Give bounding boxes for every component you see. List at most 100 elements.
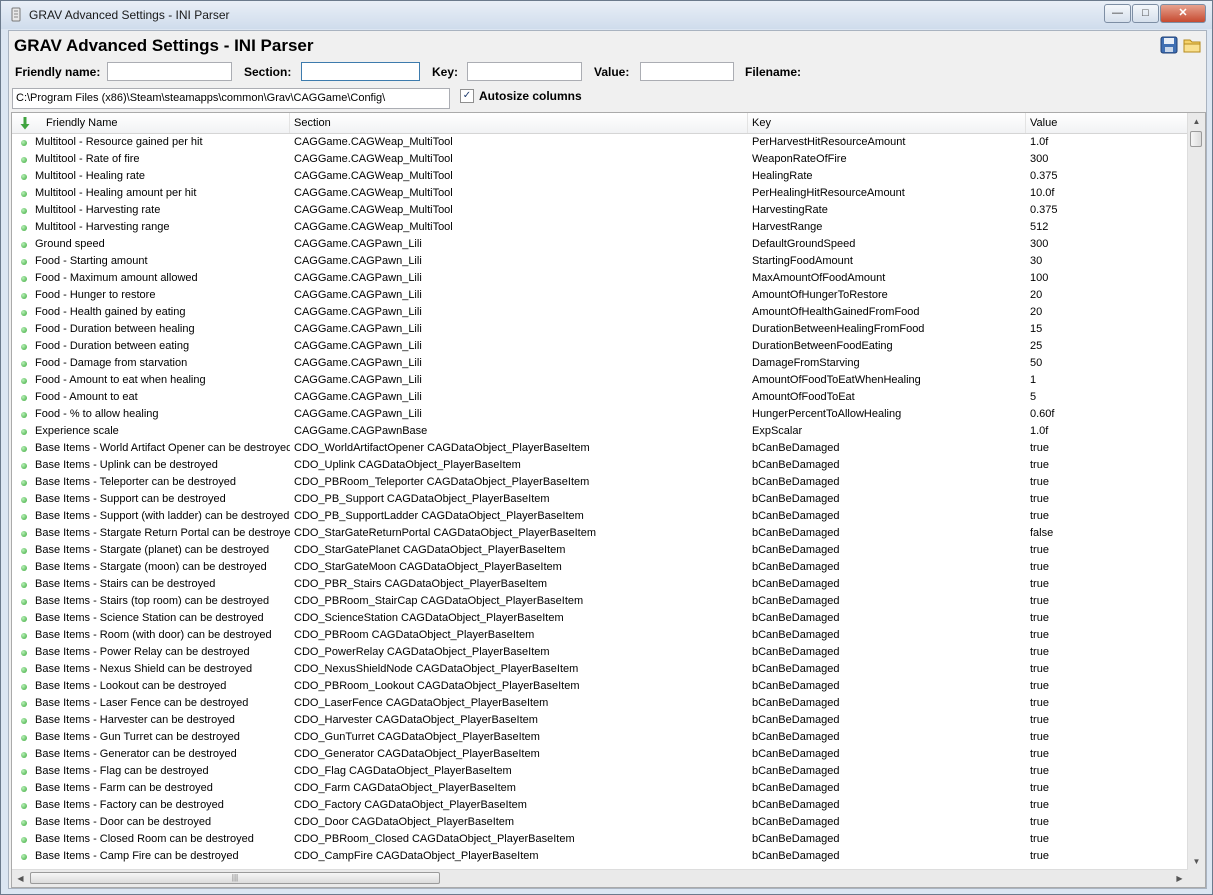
vertical-scrollbar[interactable]: ▲ ▼ xyxy=(1187,113,1205,870)
cell-value: true xyxy=(1030,629,1049,641)
table-row[interactable]: Base Items - Camp Fire can be destroyed C… xyxy=(12,848,1188,865)
cell-friendly-name: Base Items - Support (with ladder) can b… xyxy=(35,510,290,522)
folder-icon[interactable] xyxy=(1182,35,1202,55)
maximize-icon: □ xyxy=(1142,7,1149,19)
scroll-up-icon[interactable]: ▲ xyxy=(1188,113,1205,130)
table-row[interactable]: Base Items - Uplink can be destroyed CDO_… xyxy=(12,457,1188,474)
cell-key: AmountOfHealthGainedFromFood xyxy=(752,306,920,318)
table-row[interactable]: Food - Duration between eating CAGGame.CA… xyxy=(12,338,1188,355)
cell-value: 30 xyxy=(1030,255,1043,267)
table-row[interactable]: Food - Damage from starvation CAGGame.CAG… xyxy=(12,355,1188,372)
table-row[interactable]: Base Items - Flag can be destroyed CDO_Fl… xyxy=(12,763,1188,780)
title-bar[interactable]: GRAV Advanced Settings - INI Parser — □ … xyxy=(1,1,1212,29)
table-row[interactable]: Base Items - Door can be destroyed CDO_Do… xyxy=(12,814,1188,831)
cell-key: DurationBetweenFoodEating xyxy=(752,340,893,352)
table-row[interactable]: Base Items - Power Relay can be destroye… xyxy=(12,644,1188,661)
table-row[interactable]: Base Items - Factory can be destroyed CDO… xyxy=(12,797,1188,814)
column-header-friendly-name[interactable]: Friendly Name xyxy=(12,113,290,133)
table-row[interactable]: Food - Amount to eat when healing CAGGame… xyxy=(12,372,1188,389)
table-row[interactable]: Base Items - Harvester can be destroyed C… xyxy=(12,712,1188,729)
table-row[interactable]: Base Items - Stargate (moon) can be dest… xyxy=(12,559,1188,576)
maximize-button[interactable]: □ xyxy=(1132,4,1159,23)
table-row[interactable]: Base Items - Laser Fence can be destroye… xyxy=(12,695,1188,712)
table-row[interactable]: Base Items - Farm can be destroyed CDO_Fa… xyxy=(12,780,1188,797)
settings-grid[interactable]: Friendly Name Section Key Value Multitoo… xyxy=(11,112,1206,888)
row-status-icon xyxy=(21,633,27,639)
cell-friendly-name: Base Items - Camp Fire can be destroyed xyxy=(35,850,239,862)
value-input[interactable] xyxy=(640,62,734,81)
column-label: Section xyxy=(294,117,331,129)
cell-friendly-name: Base Items - Science Station can be dest… xyxy=(35,612,264,624)
table-row[interactable]: Multitool - Harvesting rate CAGGame.CAGWe… xyxy=(12,202,1188,219)
table-row[interactable]: Base Items - Stargate (planet) can be de… xyxy=(12,542,1188,559)
cell-section: CAGGame.CAGWeap_MultiTool xyxy=(294,153,453,165)
table-row[interactable]: Base Items - Support (with ladder) can b… xyxy=(12,508,1188,525)
horizontal-scroll-thumb[interactable]: ||| xyxy=(30,872,440,884)
table-row[interactable]: Base Items - Stairs (top room) can be de… xyxy=(12,593,1188,610)
table-row[interactable]: Food - Amount to eat CAGGame.CAGPawn_Lili… xyxy=(12,389,1188,406)
scroll-down-icon[interactable]: ▼ xyxy=(1188,853,1205,870)
cell-key: bCanBeDamaged xyxy=(752,782,840,794)
row-status-icon xyxy=(21,429,27,435)
table-row[interactable]: Food - Hunger to restore CAGGame.CAGPawn_… xyxy=(12,287,1188,304)
row-status-icon xyxy=(21,531,27,537)
key-input[interactable] xyxy=(467,62,582,81)
table-row[interactable]: Base Items - Teleporter can be destroyed… xyxy=(12,474,1188,491)
save-icon[interactable] xyxy=(1159,35,1179,55)
table-row[interactable]: Base Items - Room (with door) can be des… xyxy=(12,627,1188,644)
friendly-name-input[interactable] xyxy=(107,62,232,81)
cell-value: true xyxy=(1030,493,1049,505)
column-header-key[interactable]: Key xyxy=(748,113,1026,133)
table-row[interactable]: Base Items - Gun Turret can be destroyed… xyxy=(12,729,1188,746)
table-row[interactable]: Base Items - Nexus Shield can be destroy… xyxy=(12,661,1188,678)
cell-friendly-name: Multitool - Harvesting rate xyxy=(35,204,161,216)
scroll-right-icon[interactable]: ▶ xyxy=(1171,870,1188,887)
autosize-label[interactable]: Autosize columns xyxy=(479,89,582,103)
table-row[interactable]: Base Items - Generator can be destroyed C… xyxy=(12,746,1188,763)
cell-key: bCanBeDamaged xyxy=(752,816,840,828)
table-row[interactable]: Base Items - Science Station can be dest… xyxy=(12,610,1188,627)
table-row[interactable]: Base Items - Support can be destroyed CDO… xyxy=(12,491,1188,508)
table-row[interactable]: Food - Maximum amount allowed CAGGame.CAG… xyxy=(12,270,1188,287)
table-row[interactable]: Base Items - Stargate Return Portal can … xyxy=(12,525,1188,542)
vertical-scroll-thumb[interactable] xyxy=(1190,131,1202,147)
cell-friendly-name: Base Items - Factory can be destroyed xyxy=(35,799,224,811)
table-row[interactable]: Base Items - Closed Room can be destroye… xyxy=(12,831,1188,848)
table-row[interactable]: Multitool - Resource gained per hit CAGGa… xyxy=(12,134,1188,151)
row-status-icon xyxy=(21,548,27,554)
cell-value: true xyxy=(1030,731,1049,743)
scroll-left-icon[interactable]: ◀ xyxy=(12,870,29,887)
table-row[interactable]: Multitool - Healing rate CAGGame.CAGWeap_… xyxy=(12,168,1188,185)
table-row[interactable]: Food - Health gained by eating CAGGame.CA… xyxy=(12,304,1188,321)
column-header-section[interactable]: Section xyxy=(290,113,748,133)
cell-friendly-name: Multitool - Rate of fire xyxy=(35,153,140,165)
section-input[interactable] xyxy=(301,62,420,81)
cell-friendly-name: Base Items - Power Relay can be destroye… xyxy=(35,646,250,658)
table-row[interactable]: Base Items - World Artifact Opener can b… xyxy=(12,440,1188,457)
table-row[interactable]: Multitool - Harvesting range CAGGame.CAGW… xyxy=(12,219,1188,236)
config-path-field[interactable]: C:\Program Files (x86)\Steam\steamapps\c… xyxy=(12,88,450,109)
table-row[interactable]: Base Items - Lookout can be destroyed CDO… xyxy=(12,678,1188,695)
table-row[interactable]: Food - % to allow healing CAGGame.CAGPawn… xyxy=(12,406,1188,423)
table-row[interactable]: Experience scale CAGGame.CAGPawnBase ExpSc… xyxy=(12,423,1188,440)
row-status-icon xyxy=(21,157,27,163)
table-row[interactable]: Ground speed CAGGame.CAGPawn_Lili DefaultG… xyxy=(12,236,1188,253)
cell-friendly-name: Base Items - Stairs (top room) can be de… xyxy=(35,595,270,607)
cell-friendly-name: Food - Amount to eat xyxy=(35,391,138,403)
table-row[interactable]: Food - Starting amount CAGGame.CAGPawn_Li… xyxy=(12,253,1188,270)
cell-value: 5 xyxy=(1030,391,1037,403)
table-row[interactable]: Multitool - Rate of fire CAGGame.CAGWeap_… xyxy=(12,151,1188,168)
cell-section: CAGGame.CAGWeap_MultiTool xyxy=(294,204,453,216)
table-row[interactable]: Multitool - Healing amount per hit CAGGam… xyxy=(12,185,1188,202)
minimize-button[interactable]: — xyxy=(1104,4,1131,23)
row-status-icon xyxy=(21,446,27,452)
column-header-value[interactable]: Value xyxy=(1026,113,1188,133)
cell-friendly-name: Food - Amount to eat when healing xyxy=(35,374,206,386)
autosize-checkbox[interactable]: ✓ xyxy=(460,89,474,103)
cell-value: true xyxy=(1030,595,1049,607)
close-button[interactable]: ✕ xyxy=(1160,4,1206,23)
cell-section: CAGGame.CAGPawnBase xyxy=(294,425,428,437)
table-row[interactable]: Food - Duration between healing CAGGame.C… xyxy=(12,321,1188,338)
table-row[interactable]: Base Items - Stairs can be destroyed CDO_… xyxy=(12,576,1188,593)
horizontal-scrollbar[interactable]: ◀ ||| ▶ xyxy=(12,869,1188,887)
